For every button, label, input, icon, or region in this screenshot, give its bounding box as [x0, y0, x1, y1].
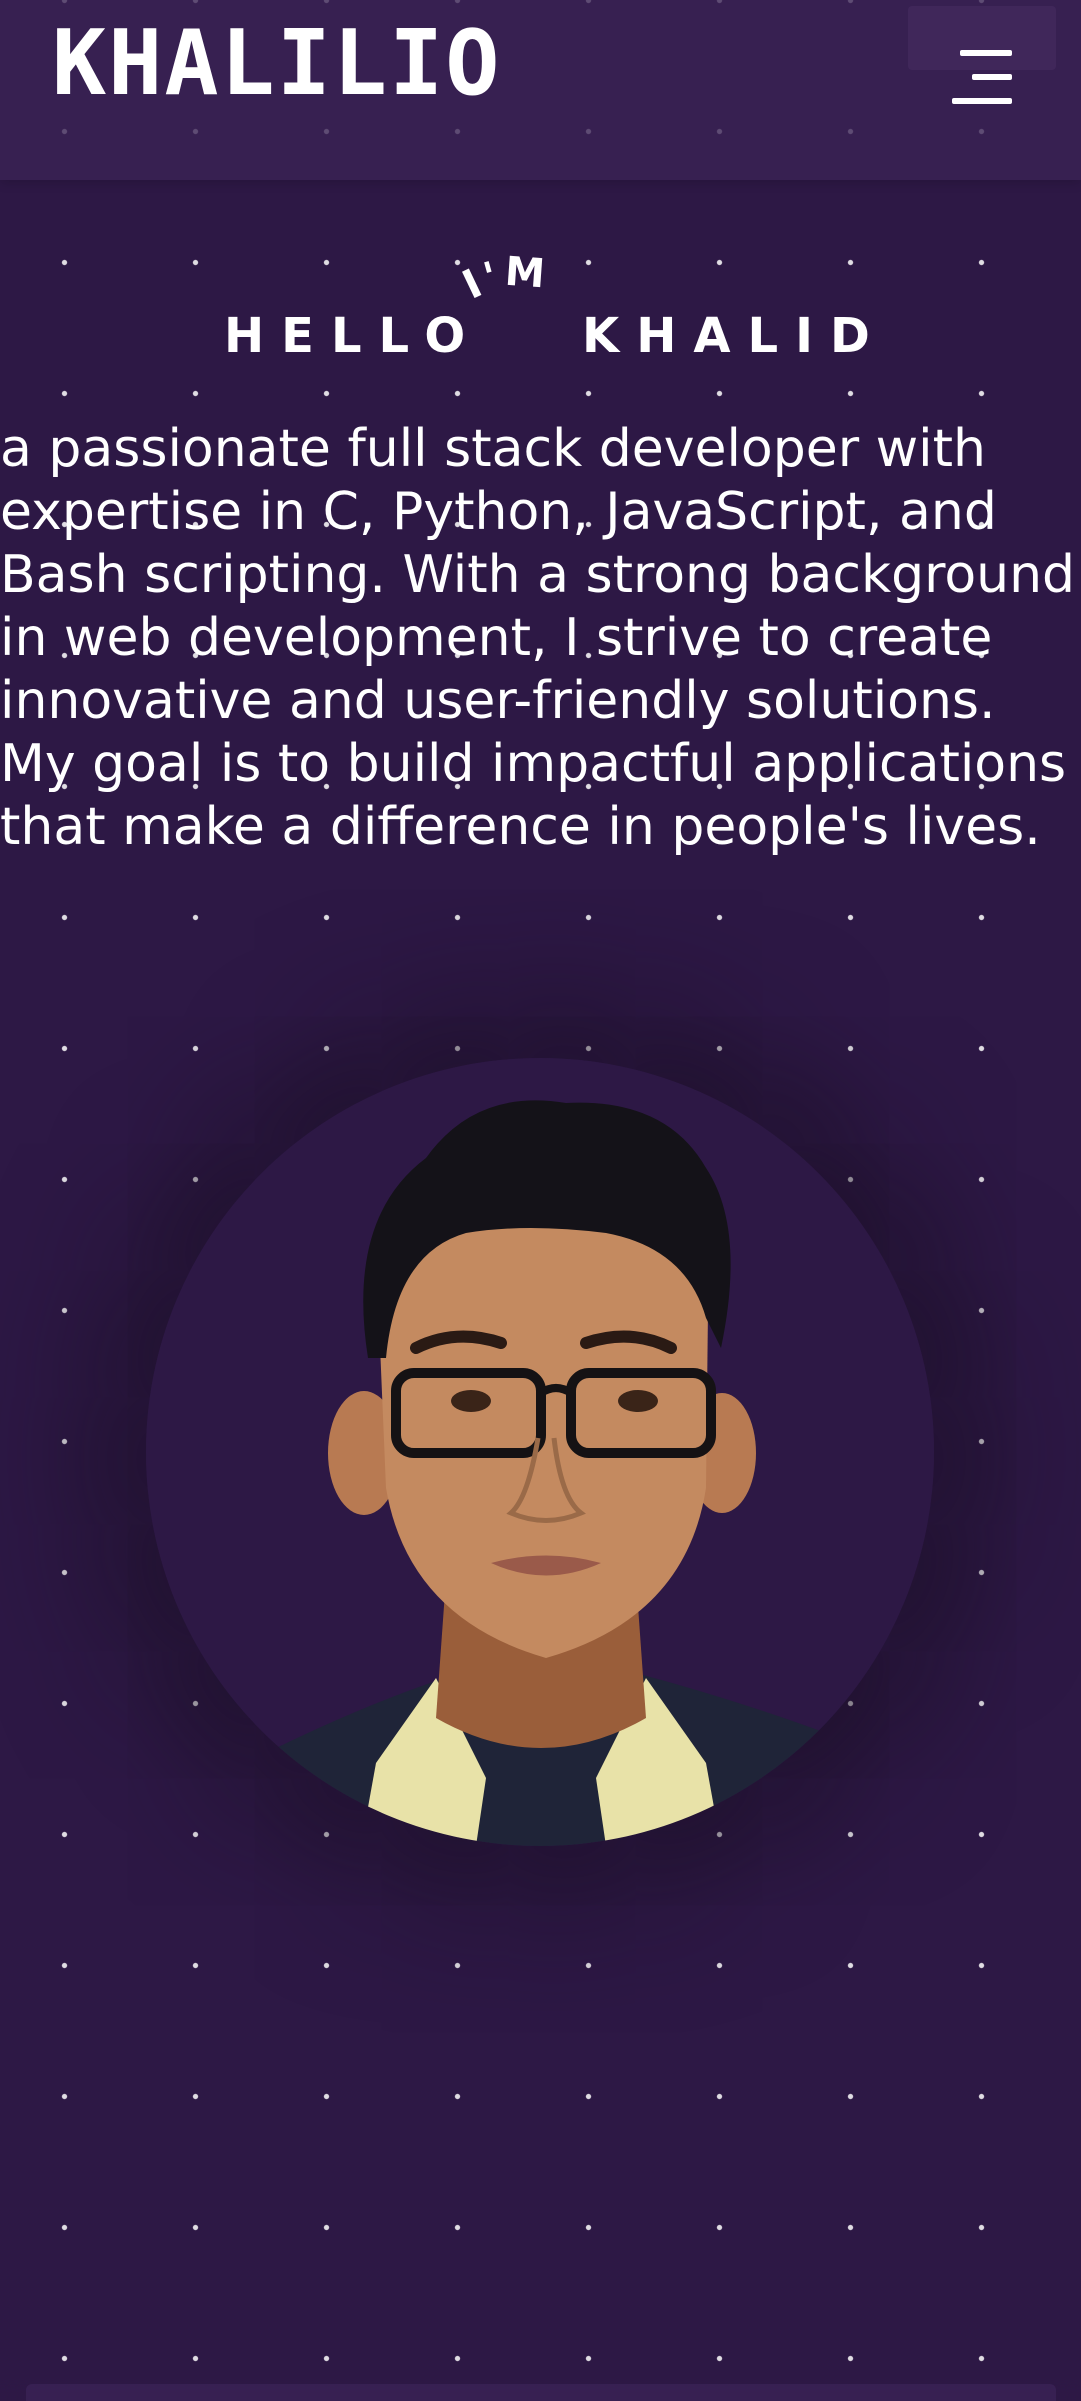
- bottom-bar: [26, 2384, 1056, 2401]
- hero-bio: a passionate full stack developer with e…: [0, 419, 1076, 857]
- hero-im-text: I'M: [456, 249, 546, 309]
- hero-greeting: HELLO: [224, 308, 483, 364]
- svg-text:I'M: I'M: [456, 249, 550, 309]
- hamburger-icon[interactable]: [952, 50, 1012, 106]
- profile-photo: [146, 1058, 934, 1846]
- site-logo[interactable]: KHALILIO: [52, 14, 501, 114]
- site-header: KHALILIO: [0, 0, 1081, 180]
- hero-im-label: I'M: [456, 249, 546, 309]
- hero-name: KHALID: [582, 308, 887, 364]
- portrait-illustration: [146, 1100, 934, 1846]
